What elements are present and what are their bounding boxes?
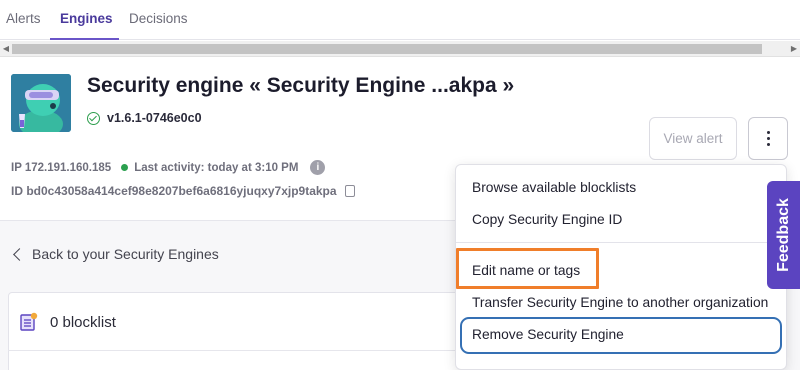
status-dot-icon [121, 164, 129, 171]
menu-item-copy-engine-id[interactable]: Copy Security Engine ID [472, 212, 622, 227]
menu-divider [456, 242, 786, 243]
info-icon[interactable]: i [310, 160, 326, 175]
last-activity: Last activity: today at 3:10 PM [134, 161, 299, 174]
view-alert-button[interactable]: View alert [649, 117, 737, 160]
menu-item-remove-engine[interactable]: Remove Security Engine [472, 327, 624, 342]
tab-engines[interactable]: Engines [60, 11, 113, 26]
engine-id-row: ID bd0c43058a414cef98e8207bef6a6816yjuqx… [11, 184, 355, 198]
tab-alerts[interactable]: Alerts [6, 11, 41, 26]
check-circle-icon [87, 111, 100, 125]
blocklist-count: 0 blocklist [50, 313, 116, 331]
active-tab-indicator [50, 38, 119, 40]
version-label: v1.6.1-0746e0c0 [107, 111, 202, 125]
card-divider [8, 350, 478, 351]
menu-item-transfer-engine[interactable]: Transfer Security Engine to another orga… [472, 295, 768, 310]
scroll-left-arrow-icon[interactable]: ◀ [0, 41, 12, 57]
engine-avatar [11, 74, 71, 132]
kebab-dot-icon [766, 137, 770, 140]
version-status: v1.6.1-0746e0c0 [87, 111, 202, 125]
back-link[interactable]: Back to your Security Engines [12, 246, 219, 262]
copy-icon[interactable] [344, 185, 355, 197]
more-options-button[interactable] [748, 117, 788, 160]
blocklist-icon [20, 312, 38, 332]
tab-bar: Alerts Engines Decisions [0, 0, 800, 40]
chevron-left-icon [13, 247, 26, 261]
ip-activity-row: IP 172.191.160.185 Last activity: today … [11, 160, 326, 175]
engine-actions-menu: Browse available blocklists Copy Securit… [455, 164, 787, 370]
menu-item-browse-blocklists[interactable]: Browse available blocklists [472, 180, 636, 195]
kebab-dot-icon [766, 131, 770, 134]
tab-decisions[interactable]: Decisions [129, 11, 188, 26]
engine-id: ID bd0c43058a414cef98e8207bef6a6816yjuqx… [11, 184, 337, 198]
scrollbar-thumb[interactable] [12, 44, 762, 54]
ip-address: IP 172.191.160.185 [11, 161, 112, 174]
feedback-label: Feedback [774, 198, 792, 272]
feedback-button[interactable]: Feedback [767, 181, 800, 289]
menu-item-edit-name-tags[interactable]: Edit name or tags [472, 263, 580, 278]
kebab-dot-icon [766, 143, 770, 146]
scroll-right-arrow-icon[interactable]: ▶ [788, 41, 800, 57]
back-link-label: Back to your Security Engines [32, 246, 219, 262]
page-title: Security engine « Security Engine ...akp… [87, 74, 515, 97]
horizontal-scrollbar[interactable]: ◀ ▶ [0, 41, 800, 57]
blocklist-header: 0 blocklist [20, 312, 116, 332]
